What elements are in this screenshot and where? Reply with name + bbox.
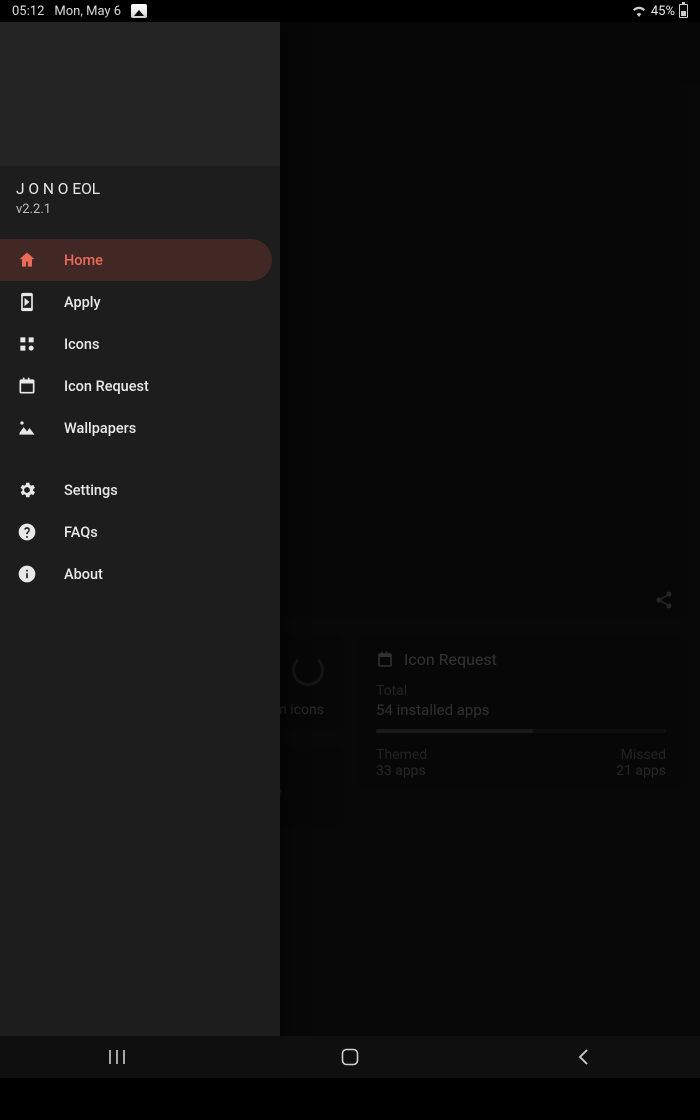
sidebar-item-faqs[interactable]: FAQs bbox=[0, 511, 272, 553]
wifi-icon bbox=[631, 5, 647, 17]
status-bar: 05:12 Mon, May 6 45% bbox=[0, 0, 700, 22]
sidebar-item-label: Icon Request bbox=[64, 378, 149, 395]
sidebar-item-label: Home bbox=[64, 252, 103, 269]
drawer-app-title: J O N O EOL bbox=[16, 180, 264, 198]
gallery-icon bbox=[131, 4, 147, 18]
apply-icon bbox=[16, 292, 38, 312]
status-battery: 45% bbox=[651, 4, 675, 19]
sidebar-item-apply[interactable]: Apply bbox=[0, 281, 272, 323]
about-icon bbox=[16, 564, 38, 584]
status-date: Mon, May 6 bbox=[54, 4, 121, 19]
icons-icon bbox=[16, 334, 38, 354]
recents-button[interactable] bbox=[57, 1049, 177, 1065]
drawer-app-version: v2.2.1 bbox=[16, 202, 264, 217]
sidebar-item-label: Settings bbox=[64, 482, 118, 499]
home-icon bbox=[16, 250, 38, 270]
nav-separator bbox=[0, 449, 280, 469]
android-nav-bar bbox=[0, 1036, 700, 1078]
drawer-header-image bbox=[0, 22, 280, 166]
wallpapers-icon bbox=[16, 418, 38, 438]
sidebar-item-wallpapers[interactable]: Wallpapers bbox=[0, 407, 272, 449]
home-button[interactable] bbox=[290, 1048, 410, 1066]
sidebar-item-icon-request[interactable]: Icon Request bbox=[0, 365, 272, 407]
navigation-drawer: J O N O EOL v2.2.1 Home Apply Icons bbox=[0, 22, 280, 1078]
back-button[interactable] bbox=[523, 1048, 643, 1066]
sidebar-item-label: Icons bbox=[64, 336, 99, 353]
sidebar-item-label: About bbox=[64, 566, 103, 583]
sidebar-item-settings[interactable]: Settings bbox=[0, 469, 272, 511]
sidebar-item-label: Wallpapers bbox=[64, 420, 136, 437]
faqs-icon bbox=[16, 522, 38, 542]
sidebar-item-about[interactable]: About bbox=[0, 553, 272, 595]
sidebar-item-home[interactable]: Home bbox=[0, 239, 272, 281]
settings-icon bbox=[16, 480, 38, 500]
status-time: 05:12 bbox=[12, 4, 44, 19]
sidebar-item-label: FAQs bbox=[64, 524, 98, 541]
sidebar-item-label: Apply bbox=[64, 294, 101, 311]
request-icon bbox=[16, 376, 38, 396]
battery-icon bbox=[679, 4, 688, 18]
sidebar-item-icons[interactable]: Icons bbox=[0, 323, 272, 365]
